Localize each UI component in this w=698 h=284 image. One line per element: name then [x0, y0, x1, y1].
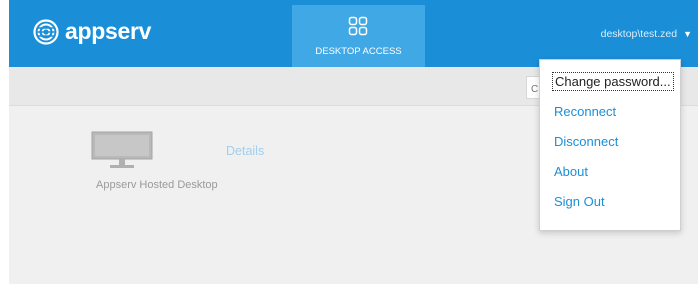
desktop-name: Appserv Hosted Desktop: [96, 179, 218, 191]
tab-desktop-access-label: DESKTOP ACCESS: [315, 46, 402, 57]
chevron-down-icon: ▼: [683, 29, 692, 39]
appserv-logo-icon: [33, 18, 59, 45]
user-menu-toggle[interactable]: desktop\test.zed ▼: [601, 28, 692, 40]
user-dropdown-menu: Change password... Reconnect Disconnect …: [539, 59, 681, 231]
brand-name: appserv: [65, 18, 152, 44]
menu-item-disconnect[interactable]: Disconnect: [554, 134, 618, 149]
grid-icon: [348, 16, 368, 36]
top-header-bar: appserv DESKTOP ACCESS desktop\test.zed …: [9, 0, 698, 67]
monitor-icon: [91, 131, 153, 168]
menu-item-change-password[interactable]: Change password...: [552, 72, 674, 91]
brand-logo[interactable]: appserv: [33, 18, 151, 45]
menu-item-about[interactable]: About: [554, 164, 588, 179]
tab-desktop-access[interactable]: DESKTOP ACCESS: [292, 5, 425, 67]
menu-item-reconnect[interactable]: Reconnect: [554, 104, 616, 119]
menu-item-sign-out[interactable]: Sign Out: [554, 194, 605, 209]
details-link[interactable]: Details: [226, 144, 264, 158]
username: desktop\test.zed: [600, 28, 678, 40]
desktop-tile[interactable]: [91, 131, 153, 175]
